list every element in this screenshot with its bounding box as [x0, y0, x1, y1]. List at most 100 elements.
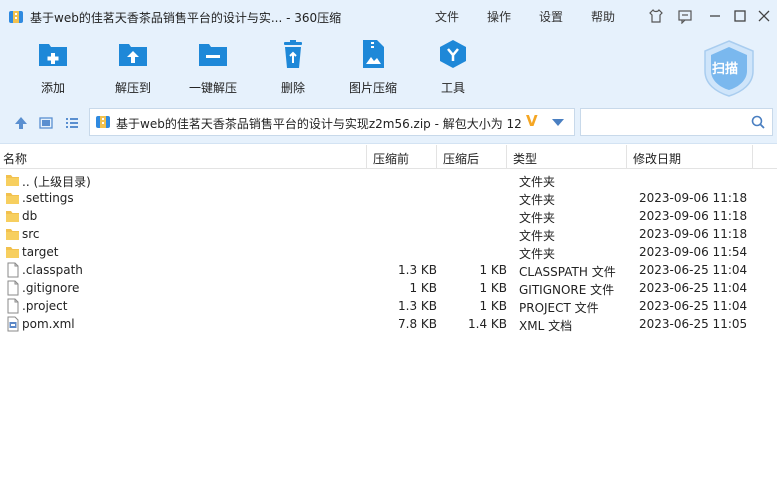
file-type: 文件夹: [519, 247, 556, 261]
file-name: src: [22, 227, 40, 241]
column-size[interactable]: 压缩前: [373, 150, 409, 167]
file-type: 文件夹: [519, 229, 556, 243]
column-name[interactable]: 名称: [3, 150, 27, 167]
folder-icon: [5, 208, 20, 224]
add-label: 添加: [40, 81, 65, 95]
file-row[interactable]: src 文件夹 2023-09-06 11:18: [0, 225, 777, 243]
file-row[interactable]: target 文件夹 2023-09-06 11:54: [0, 243, 777, 261]
list-view-icon[interactable]: [64, 115, 80, 131]
file-row[interactable]: .. (上级目录) 文件夹: [0, 171, 777, 189]
zip-archive-icon: [96, 116, 110, 128]
app-logo-icon: [9, 11, 23, 23]
file-modified: 2023-09-06 11:18: [639, 227, 748, 241]
file-row[interactable]: pom.xml 7.8 KB 1.4 KB XML 文档 2023-06-25 11:0…: [0, 315, 777, 333]
scan-label: 扫描: [712, 62, 739, 77]
maximize-icon[interactable]: [731, 7, 749, 25]
search-icon[interactable]: [750, 114, 766, 130]
column-packed[interactable]: 压缩后: [443, 150, 479, 167]
window-title: 基于web的佳茗天香茶品销售平台的设计与实... - 360压缩: [30, 11, 342, 25]
file-name: .gitignore: [22, 281, 80, 295]
file-modified: 2023-09-06 11:18: [639, 191, 748, 205]
file-size: 1 KB: [409, 281, 437, 295]
file-type: 文件夹: [519, 193, 556, 207]
path-field[interactable]: 基于web的佳茗天香茶品销售平台的设计与实现z2m56.zip - 解包大小为 …: [89, 108, 575, 136]
file-type: CLASSPATH 文件: [519, 265, 616, 279]
file-size: 1.3 KB: [398, 263, 437, 277]
folder-icon: [5, 190, 20, 206]
file-name: .. (上级目录): [22, 175, 91, 189]
file-type: 文件夹: [519, 211, 556, 225]
file-modified: 2023-06-25 11:05: [639, 317, 748, 331]
file-type: XML 文档: [519, 319, 573, 333]
delete-icon: [284, 40, 302, 68]
file-type: PROJECT 文件: [519, 301, 599, 315]
thumbnail-view-icon[interactable]: [38, 115, 54, 131]
list-header: 名称 压缩前 压缩后 类型 修改日期: [0, 145, 777, 169]
file-name: target: [22, 245, 59, 259]
path-dropdown-icon[interactable]: [552, 119, 564, 126]
add-button[interactable]: 添加: [22, 38, 84, 96]
file-size: 7.8 KB: [398, 317, 437, 331]
minimize-icon[interactable]: [706, 7, 724, 25]
image-compress-label: 图片压缩: [348, 81, 397, 95]
file-name: .classpath: [22, 263, 83, 277]
file-size: 1.3 KB: [398, 299, 437, 313]
menu-operation[interactable]: 操作: [487, 8, 511, 25]
column-divider[interactable]: [366, 145, 367, 169]
file-name: .project: [22, 299, 68, 313]
one-click-extract-icon: [199, 44, 227, 66]
menu-settings[interactable]: 设置: [539, 8, 563, 25]
one-click-extract-button[interactable]: 一键解压: [182, 38, 244, 96]
close-icon[interactable]: [755, 7, 773, 25]
add-icon: [39, 44, 67, 66]
file-type: 文件夹: [519, 175, 556, 189]
file-icon: [5, 280, 20, 296]
extract-to-button[interactable]: 解压到: [102, 38, 164, 96]
menu-help[interactable]: 帮助: [591, 8, 615, 25]
feedback-icon[interactable]: [676, 7, 694, 25]
column-modified[interactable]: 修改日期: [633, 150, 681, 167]
file-packed-size: 1.4 KB: [468, 317, 507, 331]
file-row[interactable]: .settings 文件夹 2023-09-06 11:18: [0, 189, 777, 207]
column-divider[interactable]: [626, 145, 627, 169]
skin-icon[interactable]: [647, 7, 665, 25]
file-modified: 2023-09-06 11:54: [639, 245, 748, 259]
xml-file-icon: [5, 316, 20, 332]
folder-icon: [5, 226, 20, 242]
one-click-extract-label: 一键解压: [188, 81, 237, 95]
folder-icon: [5, 244, 20, 260]
title-bar[interactable]: 基于web的佳茗天香茶品销售平台的设计与实... - 360压缩 文件 操作 设…: [0, 0, 777, 32]
folder-icon: [5, 172, 20, 188]
file-modified: 2023-06-25 11:04: [639, 263, 748, 277]
file-packed-size: 1 KB: [479, 281, 507, 295]
search-input[interactable]: [580, 108, 773, 136]
tools-icon: [440, 40, 466, 68]
file-row[interactable]: .project 1.3 KB 1 KB PROJECT 文件 2023-06-25 1…: [0, 297, 777, 315]
file-modified: 2023-06-25 11:04: [639, 281, 748, 295]
tools-button[interactable]: 工具: [422, 38, 484, 96]
scan-button[interactable]: 扫描: [700, 38, 758, 98]
file-name: db: [22, 209, 38, 223]
file-icon: [5, 298, 20, 314]
menu-file[interactable]: 文件: [435, 8, 459, 25]
vip-badge: V: [526, 112, 538, 130]
delete-label: 删除: [280, 81, 305, 95]
image-compress-icon: [363, 40, 384, 68]
image-compress-button[interactable]: 图片压缩: [342, 38, 404, 96]
file-row[interactable]: db 文件夹 2023-09-06 11:18: [0, 207, 777, 225]
column-divider[interactable]: [752, 145, 753, 169]
file-packed-size: 1 KB: [479, 263, 507, 277]
column-divider[interactable]: [506, 145, 507, 169]
file-row[interactable]: .gitignore 1 KB 1 KB GITIGNORE 文件 2023-06-25…: [0, 279, 777, 297]
file-row[interactable]: .classpath 1.3 KB 1 KB CLASSPATH 文件 2023-06-…: [0, 261, 777, 279]
extract-to-icon: [119, 44, 147, 66]
file-name: .settings: [22, 191, 74, 205]
file-modified: 2023-09-06 11:18: [639, 209, 748, 223]
delete-button[interactable]: 删除: [262, 38, 324, 96]
file-type: GITIGNORE 文件: [519, 283, 615, 297]
column-divider[interactable]: [436, 145, 437, 169]
file-name: pom.xml: [22, 317, 75, 331]
column-type[interactable]: 类型: [513, 150, 537, 167]
up-arrow-icon[interactable]: [13, 115, 29, 131]
file-icon: [5, 262, 20, 278]
